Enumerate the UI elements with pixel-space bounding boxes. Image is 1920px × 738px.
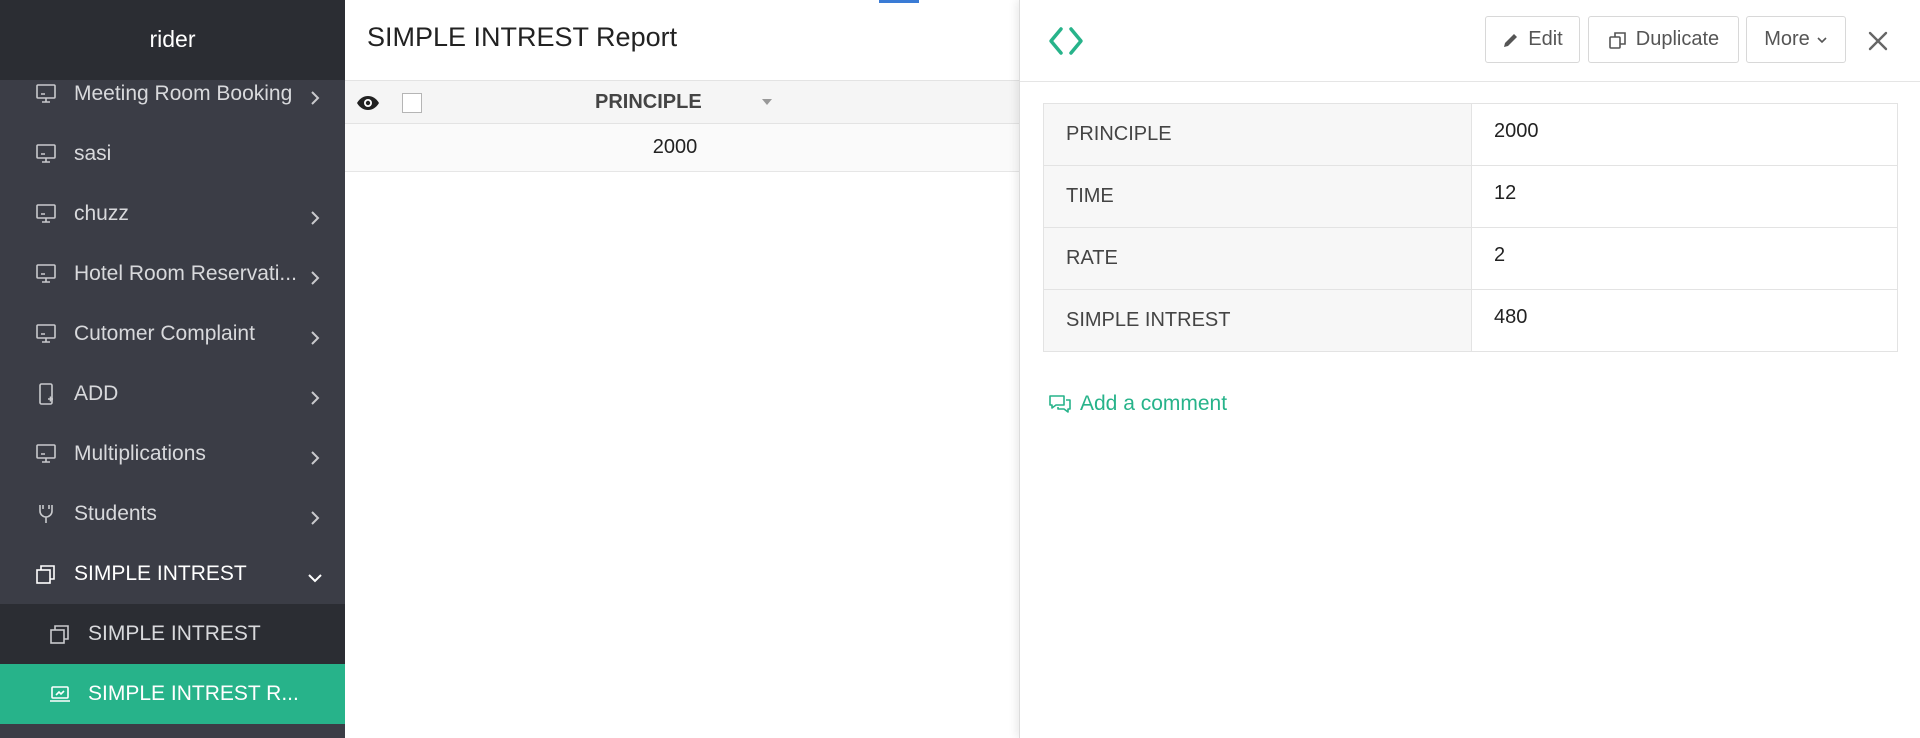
sidebar-subitem-simple-intrest-form[interactable]: SIMPLE INTREST bbox=[0, 604, 345, 664]
chevron-right-icon bbox=[311, 391, 320, 405]
chevron-right-icon bbox=[311, 331, 320, 345]
duplicate-button-label: Duplicate bbox=[1635, 28, 1720, 50]
record-detail-panel: Edit Duplicate More PRINCIPLE 2000 TIME … bbox=[1019, 0, 1920, 738]
sidebar-item-label: Hotel Room Reservati... bbox=[74, 262, 297, 285]
hierarchy-icon bbox=[39, 505, 53, 523]
sidebar-item-sasi[interactable]: sasi bbox=[0, 124, 345, 184]
duplicate-icon bbox=[1608, 31, 1626, 49]
sort-down-icon[interactable] bbox=[761, 98, 773, 106]
pencil-icon bbox=[1504, 33, 1518, 47]
sidebar-item-label: Meeting Room Booking bbox=[74, 82, 293, 105]
field-label: RATE bbox=[1043, 227, 1472, 290]
sidebar-item-label: Cutomer Complaint bbox=[74, 322, 255, 345]
column-header-principle[interactable]: PRINCIPLE bbox=[595, 91, 702, 114]
page-title: SIMPLE INTREST Report bbox=[367, 22, 678, 52]
detail-header: Edit Duplicate More bbox=[1020, 0, 1920, 82]
sidebar-item-label: SIMPLE INTREST bbox=[74, 562, 247, 585]
sidebar-item-label: chuzz bbox=[74, 202, 129, 225]
sidebar-item-label: Students bbox=[74, 502, 157, 525]
report-icon bbox=[36, 324, 56, 343]
field-value: 2 bbox=[1471, 227, 1898, 290]
record-fields-table: PRINCIPLE 2000 TIME 12 RATE 2 SIMPLE INT… bbox=[1043, 103, 1898, 352]
report-icon bbox=[36, 204, 56, 223]
sidebar-item-label: sasi bbox=[74, 142, 112, 165]
field-row: PRINCIPLE 2000 bbox=[1043, 103, 1898, 166]
chart-report-icon bbox=[50, 686, 70, 702]
sidebar-item-label: SIMPLE INTREST bbox=[88, 622, 261, 645]
sidebar-item-label: Multiplications bbox=[74, 442, 206, 465]
sidebar-item-meeting-room-booking[interactable]: Meeting Room Booking bbox=[0, 64, 345, 124]
sidebar-item-multiplications[interactable]: Multiplications bbox=[0, 424, 345, 484]
app-name: rider bbox=[149, 26, 196, 52]
report-panel: SIMPLE INTREST Report PRINCIPLE 2000 bbox=[345, 0, 1020, 738]
loading-indicator bbox=[879, 0, 919, 3]
code-icon[interactable] bbox=[1046, 24, 1086, 58]
comment-icon bbox=[1049, 395, 1071, 413]
sidebar-item-simple-intrest[interactable]: SIMPLE INTREST bbox=[0, 544, 345, 604]
sidebar-item-label: ADD bbox=[74, 382, 119, 405]
close-icon[interactable] bbox=[1865, 28, 1891, 54]
field-value: 480 bbox=[1471, 289, 1898, 352]
table-cell-principle: 2000 bbox=[652, 136, 698, 158]
sidebar: rider Meeting Room Booking sasi chuzz Ho… bbox=[0, 0, 345, 738]
field-row: SIMPLE INTREST 480 bbox=[1043, 289, 1898, 352]
report-icon bbox=[36, 264, 56, 283]
grid-header: PRINCIPLE bbox=[345, 80, 1020, 124]
select-all-checkbox[interactable] bbox=[402, 93, 422, 113]
chevron-down-icon bbox=[308, 574, 322, 583]
eye-icon[interactable] bbox=[356, 93, 380, 113]
field-value: 12 bbox=[1471, 165, 1898, 228]
chevron-right-icon bbox=[311, 511, 320, 525]
chevron-down-icon bbox=[1817, 36, 1827, 43]
more-button[interactable]: More bbox=[1746, 16, 1846, 63]
report-icon bbox=[36, 144, 56, 163]
table-row[interactable]: 2000 bbox=[345, 124, 1020, 172]
sidebar-subitem-simple-intrest-report[interactable]: SIMPLE INTREST R... bbox=[0, 664, 345, 724]
field-row: RATE 2 bbox=[1043, 227, 1898, 290]
field-label: TIME bbox=[1043, 165, 1472, 228]
more-button-label: More bbox=[1764, 28, 1810, 50]
edit-button[interactable]: Edit bbox=[1485, 16, 1580, 63]
chevron-right-icon bbox=[311, 271, 320, 285]
mobile-add-icon bbox=[39, 383, 53, 405]
chevron-right-icon bbox=[311, 91, 320, 105]
field-value: 2000 bbox=[1471, 103, 1898, 166]
add-comment-link[interactable]: Add a comment bbox=[1048, 392, 1227, 416]
chevron-right-icon bbox=[311, 211, 320, 225]
field-label: SIMPLE INTREST bbox=[1043, 289, 1472, 352]
sidebar-item-add[interactable]: ADD bbox=[0, 364, 345, 424]
forms-icon bbox=[50, 625, 69, 644]
sidebar-menu: Meeting Room Booking sasi chuzz Hotel Ro… bbox=[0, 64, 345, 724]
chevron-right-icon bbox=[311, 451, 320, 465]
duplicate-button[interactable]: Duplicate bbox=[1588, 16, 1739, 63]
field-label: PRINCIPLE bbox=[1043, 103, 1472, 166]
sidebar-item-chuzz[interactable]: chuzz bbox=[0, 184, 345, 244]
report-icon bbox=[36, 84, 56, 103]
sidebar-item-cutomer-complaint[interactable]: Cutomer Complaint bbox=[0, 304, 345, 364]
sidebar-item-hotel-room-reservation[interactable]: Hotel Room Reservati... bbox=[0, 244, 345, 304]
field-row: TIME 12 bbox=[1043, 165, 1898, 228]
add-comment-label: Add a comment bbox=[1080, 392, 1228, 415]
forms-icon bbox=[36, 565, 55, 584]
edit-button-label: Edit bbox=[1528, 28, 1563, 50]
sidebar-item-label: SIMPLE INTREST R... bbox=[88, 682, 299, 705]
sidebar-item-students[interactable]: Students bbox=[0, 484, 345, 544]
report-icon bbox=[36, 444, 56, 463]
